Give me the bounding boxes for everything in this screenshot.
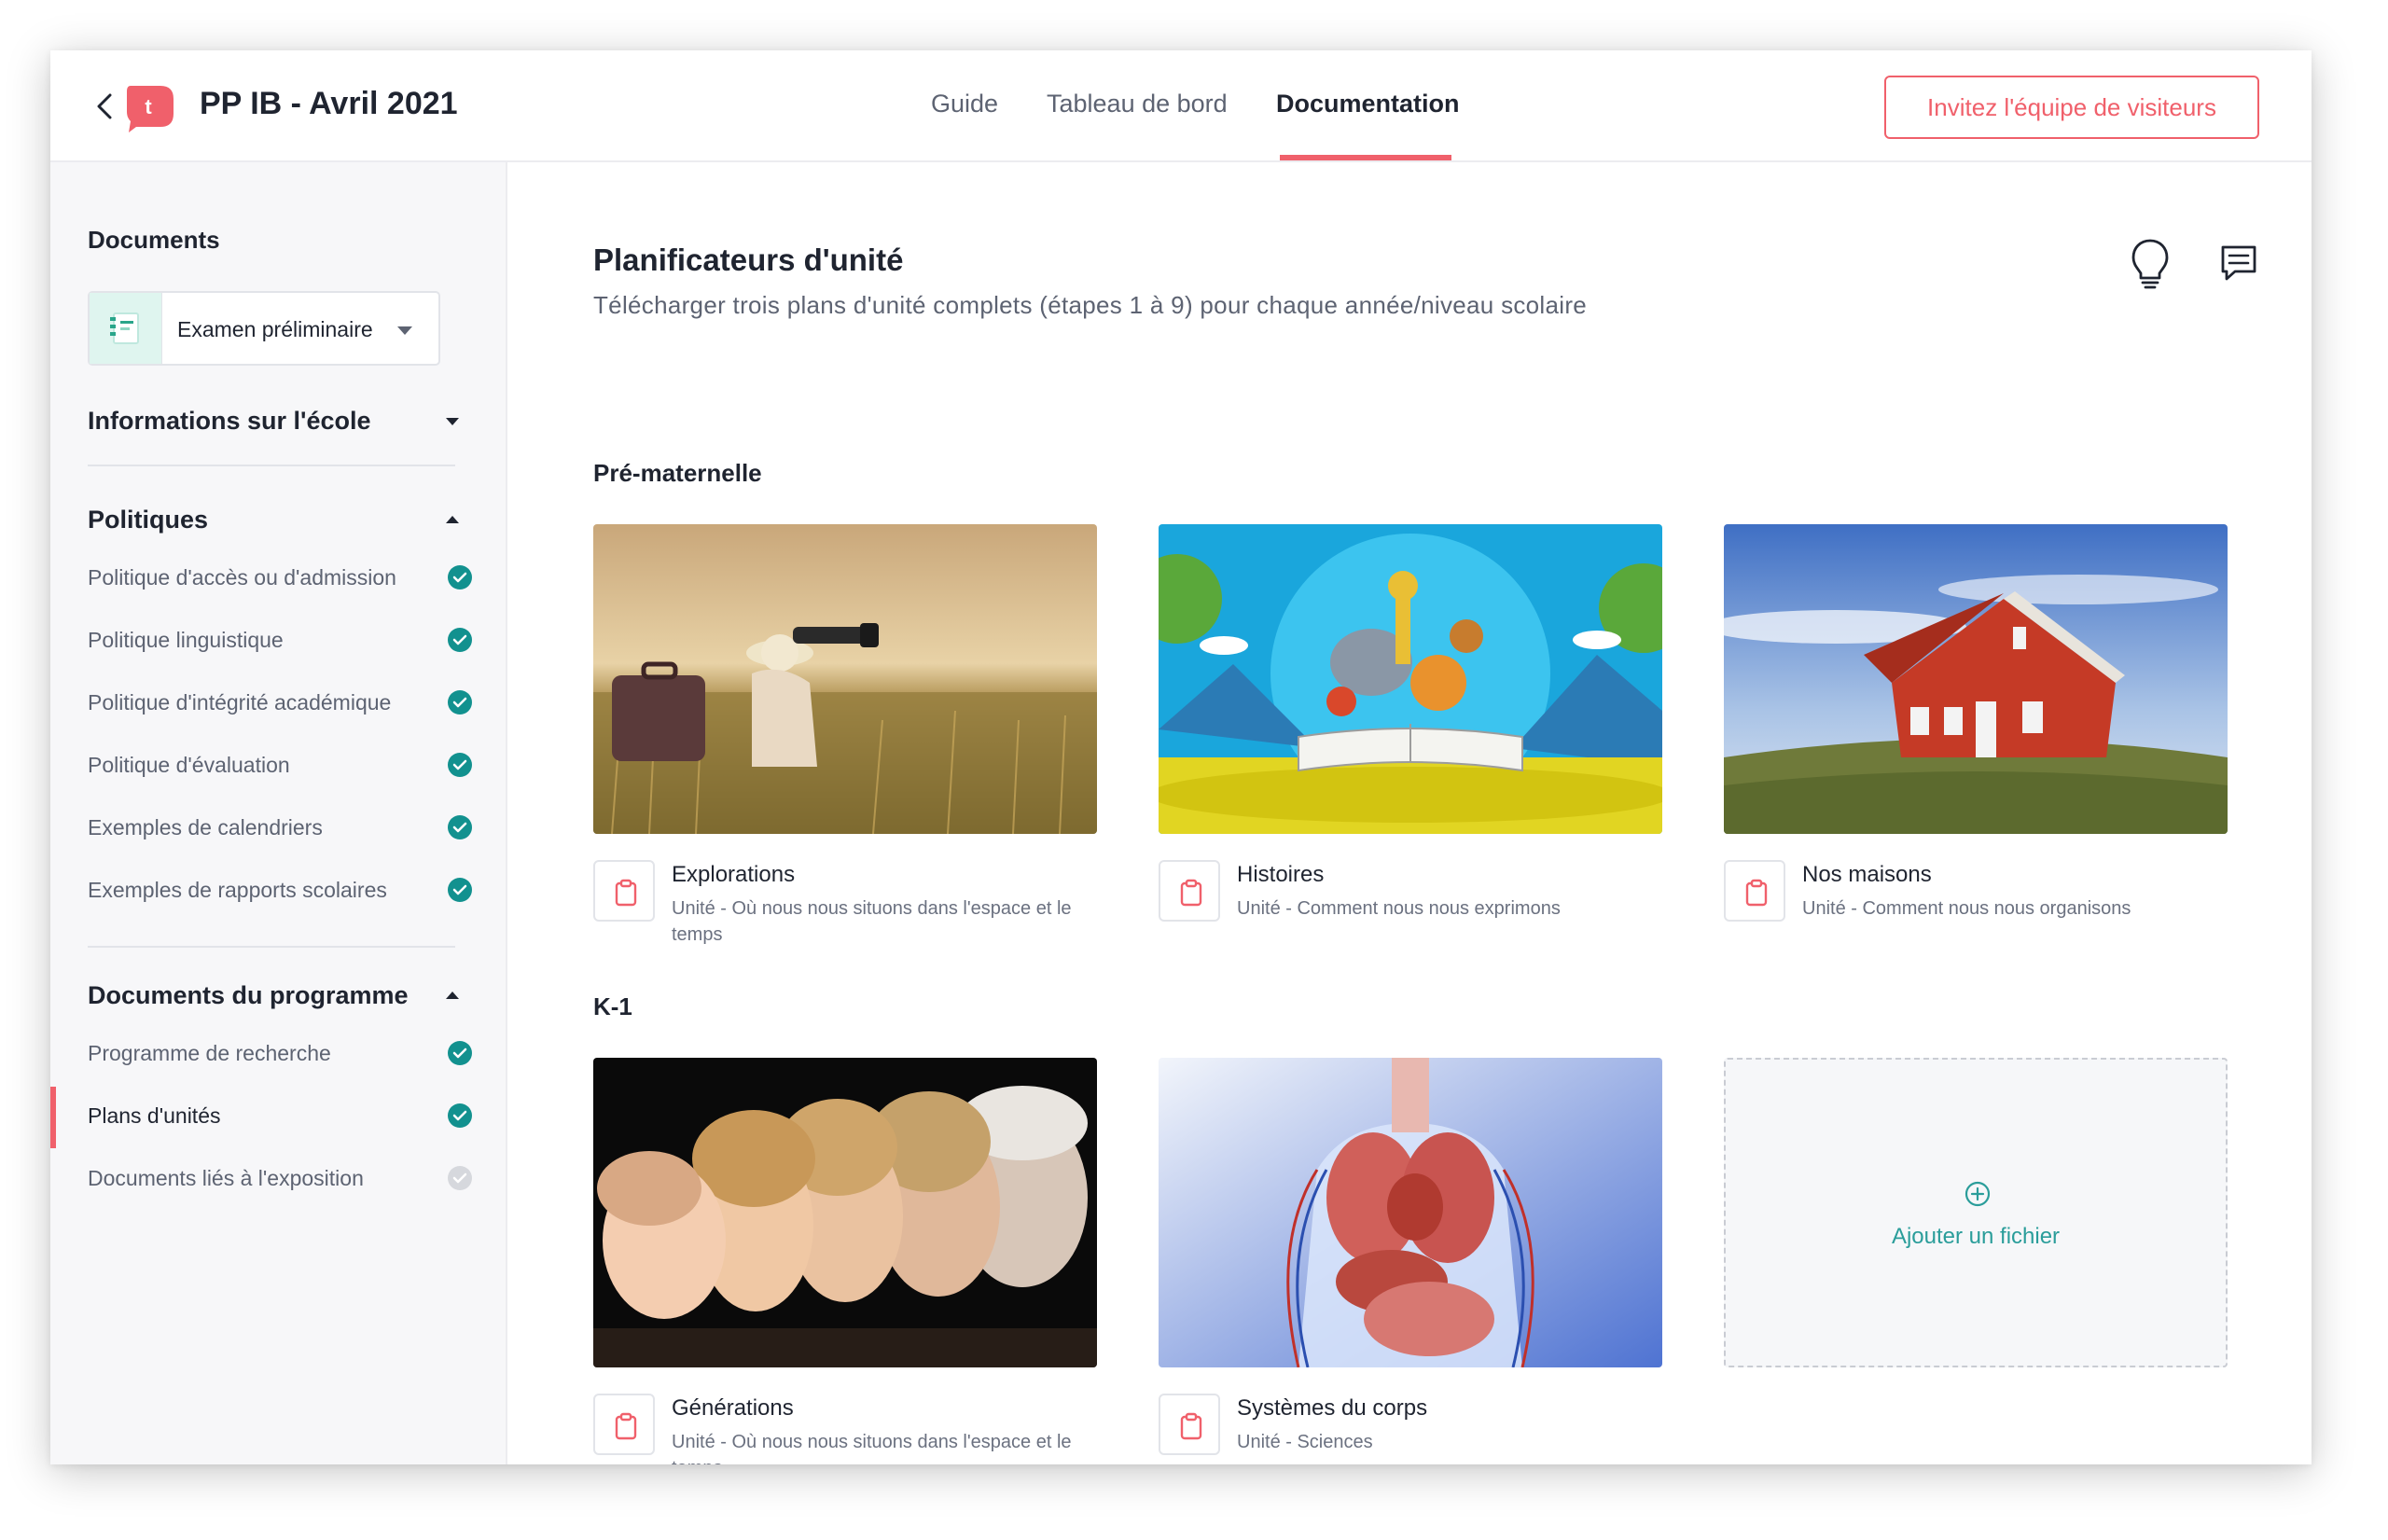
file-icon-box [1159,860,1220,922]
sidebar-item-exhibition-docs[interactable]: Documents liés à l'exposition [88,1158,472,1201]
grade-section-title: Pré-maternelle [593,459,762,487]
lightbulb-icon[interactable] [2129,237,2172,289]
unit-title: Explorations [672,862,796,887]
sidebar-item-calendars[interactable]: Exemples de calendriers [88,808,472,851]
file-icon-box [1159,1394,1220,1455]
unit-card-nos-maisons[interactable]: Nos maisons Unité - Comment nous nous or… [1724,524,2228,963]
unit-thumbnail [1159,1058,1662,1367]
plus-circle-icon [1965,1181,1991,1207]
sidebar-item-access-policy[interactable]: Politique d'accès ou d'admission [88,558,472,601]
unit-card-body-systems[interactable]: Systèmes du corps Unité - Sciences [1159,1058,1662,1464]
file-icon-box [593,1394,655,1455]
dropdown-value: Examen préliminaire [177,317,373,341]
sidebar-item-research-program[interactable]: Programme de recherche [88,1034,472,1076]
sidebar-item-label: Plans d'unités [88,1103,221,1128]
notebook-icon [110,312,139,344]
unit-card-generations[interactable]: Générations Unité - Où nous nous situons… [593,1058,1097,1464]
sidebar-item-label: Exemples de calendriers [88,815,323,839]
document-type-dropdown[interactable]: Examen préliminaire [88,291,440,366]
chevron-down-icon[interactable] [446,418,459,425]
unit-card-histoires[interactable]: Histoires Unité - Comment nous nous expr… [1159,524,1662,963]
divider [88,946,455,948]
add-file-button[interactable]: Ajouter un fichier [1724,1058,2228,1367]
sidebar-item-report-cards[interactable]: Exemples de rapports scolaires [88,870,472,913]
unit-thumbnail [1159,524,1662,834]
documents-heading: Documents [88,226,220,254]
unit-title: Histoires [1237,862,1325,887]
sidebar-item-label: Exemples de rapports scolaires [88,878,387,902]
program-docs-section[interactable]: Documents du programme [88,981,409,1010]
page-title: PP IB - Avril 2021 [200,86,458,121]
top-header: t PP IB - Avril 2021 Guide Tableau de bo… [50,50,2312,162]
tab-dashboard[interactable]: Tableau de bord [1047,90,1228,118]
add-file-label: Ajouter un fichier [1891,1224,2061,1249]
sidebar-item-label: Politique linguistique [88,628,284,652]
unit-subtitle: Unité - Où nous nous situons dans l'espa… [672,898,1072,945]
sidebar-item-label: Programme de recherche [88,1041,331,1065]
unit-title: Systèmes du corps [1237,1395,1428,1421]
sidebar: Documents Examen préliminaire Informatio… [50,162,507,1464]
check-icon [448,1166,472,1190]
sidebar-item-label: Politique d'évaluation [88,753,290,777]
section-description: Télécharger trois plans d'unité complets… [593,291,1588,319]
sidebar-item-label: Documents liés à l'exposition [88,1166,364,1190]
sidebar-item-label: Politique d'intégrité académique [88,690,392,715]
sidebar-item-unit-plans[interactable]: Plans d'unités [88,1096,472,1139]
file-icon-box [593,860,655,922]
active-tab-indicator [1280,155,1451,160]
unit-subtitle: Unité - Où nous nous situons dans l'espa… [672,1432,1072,1464]
chevron-up-icon[interactable] [446,992,459,999]
grade-section-title: K-1 [593,992,632,1020]
check-icon [448,565,472,590]
clipboard-icon [615,879,637,907]
unit-title: Générations [672,1395,794,1421]
tab-documentation[interactable]: Documentation [1276,90,1460,118]
unit-title: Nos maisons [1802,862,1932,887]
check-icon [448,690,472,715]
tab-guide[interactable]: Guide [931,90,998,118]
unit-thumbnail [593,1058,1097,1367]
app-logo: t [127,86,174,132]
sidebar-item-label: Politique d'accès ou d'admission [88,565,396,590]
active-item-indicator [50,1087,56,1148]
check-icon [448,815,472,839]
file-icon-box [1724,860,1785,922]
unit-card-explorations[interactable]: Explorations Unité - Où nous nous situon… [593,524,1097,963]
unit-subtitle: Unité - Comment nous nous organisons [1802,898,2131,919]
dropdown-caret-icon [397,326,412,335]
clipboard-icon [1745,879,1768,907]
sidebar-item-language-policy[interactable]: Politique linguistique [88,620,472,663]
notebook-icon-box [90,293,162,364]
main-content: Planificateurs d'unité Télécharger trois… [507,162,2312,1464]
clipboard-icon [615,1412,637,1440]
chevron-up-icon[interactable] [446,516,459,523]
invite-visitors-button[interactable]: Invitez l'équipe de visiteurs [1884,76,2259,139]
policies-section[interactable]: Politiques [88,506,208,534]
unit-subtitle: Unité - Sciences [1237,1432,1373,1452]
clipboard-icon [1180,1412,1202,1440]
check-icon [448,628,472,652]
unit-thumbnail [1724,524,2228,834]
clipboard-icon [1180,879,1202,907]
section-heading: Planificateurs d'unité [593,243,904,277]
school-info-section[interactable]: Informations sur l'école [88,407,371,436]
check-icon [448,753,472,777]
check-icon [448,1103,472,1128]
sidebar-item-assessment-policy[interactable]: Politique d'évaluation [88,745,472,788]
unit-thumbnail [593,524,1097,834]
unit-subtitle: Unité - Comment nous nous exprimons [1237,898,1561,919]
comment-icon[interactable] [2218,243,2259,284]
app-window: t PP IB - Avril 2021 Guide Tableau de bo… [50,50,2312,1464]
check-icon [448,1041,472,1065]
check-icon [448,878,472,902]
svg-text:t: t [145,95,152,118]
sidebar-item-integrity-policy[interactable]: Politique d'intégrité académique [88,683,472,726]
back-arrow-icon[interactable] [90,90,123,123]
divider [88,465,455,466]
